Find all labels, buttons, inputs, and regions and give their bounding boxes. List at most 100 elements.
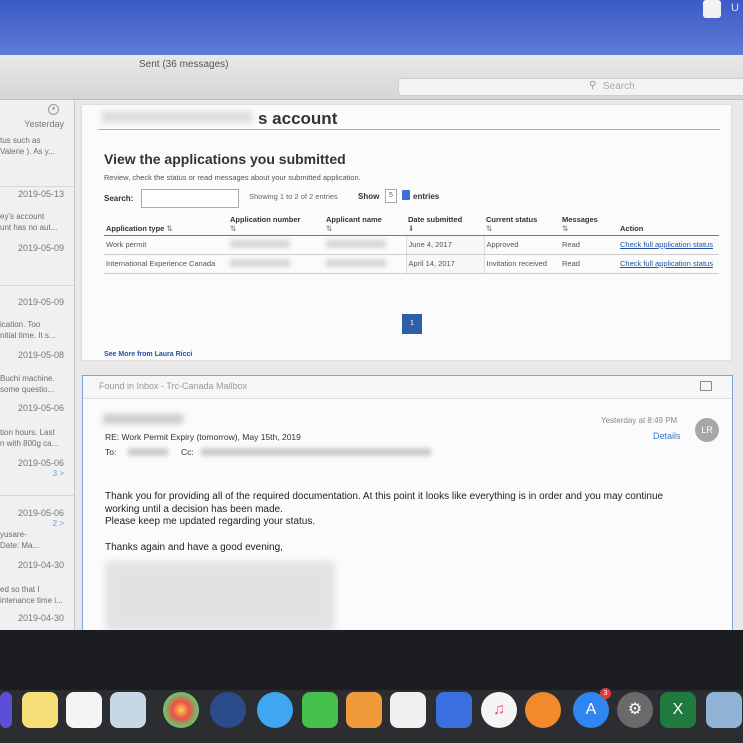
column-header[interactable]: Messages ⇅ <box>560 213 618 236</box>
sort-icon[interactable]: ⇅ <box>166 224 172 233</box>
entries-summary: Showing 1 to 2 of 2 entries <box>249 192 338 201</box>
sort-icon[interactable]: ⇅ <box>326 224 332 233</box>
page-size-select[interactable]: 5 <box>385 189 397 203</box>
date-submitted: April 14, 2017 <box>405 254 485 274</box>
siri-icon[interactable] <box>0 692 12 728</box>
message-preview-line: Buchi machine. <box>0 374 55 383</box>
thread-count[interactable]: 3 > <box>53 469 64 478</box>
message-preview-line: tion hours. Last <box>0 428 55 437</box>
list-item[interactable]: 2019-05-06 2 > yusare- Date: Ma... <box>0 508 74 568</box>
column-header[interactable]: Current status ⇅ <box>484 213 560 236</box>
applicant-name-redacted <box>324 235 406 255</box>
list-item[interactable]: 2019-05-09 <box>0 243 74 283</box>
current-status: Approved <box>484 235 560 255</box>
search-input[interactable]: ⚲ Search <box>398 78 743 96</box>
table-search-field[interactable] <box>141 189 239 208</box>
see-more-link[interactable]: See More from Laura Ricci <box>104 351 192 358</box>
books-icon[interactable] <box>525 692 561 728</box>
body-paragraph: Thank you for providing all of the requi… <box>105 491 664 515</box>
messages-status: Read <box>560 254 618 274</box>
message-preview-line: intenance time i... <box>0 596 63 605</box>
keynote-icon[interactable] <box>436 692 472 728</box>
messages-icon[interactable] <box>257 692 293 728</box>
body-paragraph: Thanks again and have a good evening, <box>105 541 283 553</box>
message-body[interactable]: Thank you for providing all of the requi… <box>105 491 685 564</box>
message-preview-line: tus such as <box>0 136 41 145</box>
notes-icon[interactable] <box>22 692 58 728</box>
message-date: 2019-05-06 <box>17 403 64 413</box>
page-size-stepper[interactable] <box>402 190 410 200</box>
sort-icon[interactable]: ⇅ <box>562 224 568 233</box>
message-date: 2019-05-09 <box>17 297 64 307</box>
menu-app-icon[interactable] <box>703 0 721 18</box>
thread-count[interactable]: 2 > <box>53 519 64 528</box>
mailbox-icon[interactable] <box>700 381 712 391</box>
message-list: ● Yesterday tus such as Valerie ). As y.… <box>0 100 75 655</box>
check-status-link[interactable]: Check full application status <box>618 254 719 274</box>
title-rule <box>98 129 720 130</box>
quoted-account-page: s account View the applications you subm… <box>82 105 731 360</box>
message-date: 2019-04-30 <box>17 613 64 623</box>
column-header[interactable]: Application number ⇅ <box>228 213 324 236</box>
list-divider <box>0 495 74 496</box>
message-preview-line: Date: Ma... <box>0 541 40 550</box>
music-icon[interactable]: ♫ <box>481 692 517 728</box>
check-status-link[interactable]: Check full application status <box>618 235 719 255</box>
list-item[interactable]: Yesterday tus such as Valerie ). As y... <box>0 116 74 176</box>
column-header[interactable]: Applicant name ⇅ <box>324 213 406 236</box>
list-item[interactable]: 2019-05-13 ey's account unt has no aut..… <box>0 189 74 249</box>
list-item[interactable]: 2019-05-09 ication. Too nitial time. It … <box>0 297 74 357</box>
current-status: Invitation received <box>484 254 560 274</box>
message-date: 2019-05-06 <box>17 458 64 468</box>
message-date: 2019-05-08 <box>17 350 64 360</box>
message-preview-line: nitial time. It s... <box>0 331 56 340</box>
list-item[interactable]: 2019-05-06 tion hours. Last n with 800g … <box>0 403 74 463</box>
avatar: LR <box>695 418 719 442</box>
message-date: Yesterday <box>24 119 64 129</box>
applications-subtitle: Review, check the status or read message… <box>104 173 361 182</box>
quicktime-icon[interactable] <box>210 692 246 728</box>
message-timestamp: Yesterday at 8:49 PM <box>601 416 678 425</box>
message-date: 2019-05-06 <box>17 508 64 518</box>
details-link[interactable]: Details <box>653 431 681 441</box>
pagination-page-button[interactable]: 1 <box>402 314 422 334</box>
excel-icon[interactable]: X <box>660 692 696 728</box>
photos-icon[interactable] <box>163 692 199 728</box>
facetime-icon[interactable] <box>302 692 338 728</box>
application-number-redacted <box>228 235 324 255</box>
redacted-name <box>102 111 252 123</box>
sender-redacted <box>103 414 183 424</box>
window-title: Sent (36 messages) <box>139 59 229 70</box>
applications-heading: View the applications you submitted <box>104 151 346 167</box>
pages-icon[interactable] <box>346 692 382 728</box>
system-preferences-icon[interactable]: ⚙ <box>617 692 653 728</box>
sort-desc-icon[interactable]: ⬇ <box>408 224 414 233</box>
message-date: 2019-05-13 <box>17 189 64 199</box>
flag-icon[interactable]: ● <box>48 104 59 115</box>
preview-icon[interactable] <box>110 692 146 728</box>
applications-table: Application type ⇅ Application number ⇅ A… <box>104 213 719 274</box>
message-date: 2019-04-30 <box>17 560 64 570</box>
screen: U Sent (36 messages) ⚲ Search ● Yesterda… <box>0 0 743 743</box>
sort-icon[interactable]: ⇅ <box>486 224 492 233</box>
list-item[interactable]: 2019-04-30 ed so that I intenance time i… <box>0 560 74 620</box>
numbers-icon[interactable] <box>390 692 426 728</box>
sort-icon[interactable]: ⇅ <box>230 224 236 233</box>
list-item[interactable]: 2019-05-06 3 > <box>0 456 74 486</box>
reminders-icon[interactable] <box>66 692 102 728</box>
list-item[interactable]: 2019-05-08 Buchi machine. some questio..… <box>0 350 74 410</box>
to-label: To: <box>105 447 117 457</box>
photo-thumbnail-icon[interactable] <box>706 692 742 728</box>
column-header[interactable]: Date submitted ⬇ <box>406 213 484 236</box>
column-header[interactable]: Application type ⇅ <box>104 213 228 236</box>
account-title: s account <box>258 109 338 128</box>
application-type: Work permit <box>104 235 228 255</box>
application-number-redacted <box>228 254 324 274</box>
menu-corner-text: U <box>731 2 739 14</box>
email-message: Found in Inbox - Trc-Canada Mailbox Yest… <box>82 375 733 667</box>
desktop-top-area: U <box>0 0 743 55</box>
app-store-badge: 3 <box>600 688 611 699</box>
search-placeholder: Search <box>603 81 635 92</box>
cc-label: Cc: <box>181 447 194 457</box>
messages-status: Read <box>560 235 618 255</box>
